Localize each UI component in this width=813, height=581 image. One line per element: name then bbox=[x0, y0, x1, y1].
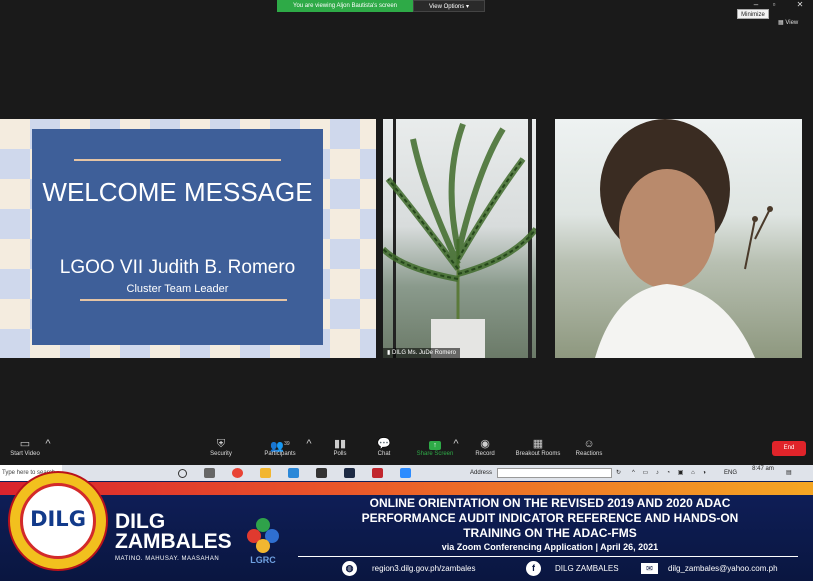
shield-icon: ⛨ bbox=[216, 438, 226, 450]
address-input[interactable] bbox=[497, 468, 612, 478]
meeting-toolbar: ▭ Start Video ^ ⛨ Security 👥39 Participants… bbox=[0, 435, 813, 465]
breakout-rooms-label: Breakout Rooms bbox=[515, 451, 561, 457]
brand-motto: MATINO. MAHUSAY. MAASAHAN bbox=[115, 556, 220, 562]
signal-icon: ▮ bbox=[387, 350, 391, 356]
security-label: Security bbox=[210, 451, 232, 457]
chevron-down-icon: ▾ bbox=[465, 4, 469, 10]
security-button[interactable]: ⛨ Security bbox=[204, 435, 238, 465]
record-icon: ◉ bbox=[480, 438, 490, 450]
participants-label: Participants bbox=[264, 451, 296, 457]
participants-icon: 👥39 bbox=[270, 440, 290, 453]
event-title-line-3: TRAINING ON THE ADAC-FMS bbox=[463, 526, 637, 540]
minimize-tooltip: Minimize bbox=[737, 9, 769, 19]
system-clock[interactable]: 8:47 am bbox=[748, 465, 778, 473]
website-text: region3.dilg.gov.ph/zambales bbox=[372, 564, 476, 573]
caret-up-icon: ^ bbox=[306, 438, 312, 450]
participants-count: 39 bbox=[284, 441, 290, 447]
reactions-label: Reactions bbox=[575, 451, 603, 457]
notification-icon[interactable]: ▤ bbox=[786, 465, 792, 481]
participant-name: DILG Ms. JuDe Romero bbox=[391, 350, 457, 356]
reactions-button[interactable]: ☺ Reactions bbox=[572, 435, 606, 465]
caret-up-icon: ^ bbox=[45, 438, 51, 450]
chrome-icon[interactable] bbox=[232, 468, 243, 478]
close-window-icon[interactable]: ✕ bbox=[792, 0, 808, 10]
video-off-icon: ▭ bbox=[19, 438, 31, 450]
refresh-icon[interactable]: ↻ bbox=[616, 465, 621, 481]
view-button-label: View bbox=[785, 20, 799, 26]
polls-label: Polls bbox=[333, 451, 347, 457]
speaker-video[interactable] bbox=[555, 119, 802, 358]
participant-video-background[interactable]: ▮ DILG Ms. JuDe Romero bbox=[383, 119, 536, 358]
screen-share-banner: You are viewing Aljon Bautista's screen bbox=[277, 0, 413, 12]
brand-line-2: ZAMBALES bbox=[115, 530, 232, 553]
facebook-text: DILG ZAMBALES bbox=[555, 564, 619, 573]
participants-button[interactable]: 👥39 Participants bbox=[258, 435, 302, 465]
chat-label: Chat bbox=[377, 451, 391, 457]
view-button[interactable]: ▦ View bbox=[778, 17, 808, 29]
email-icon: ✉ bbox=[641, 563, 658, 574]
task-view-icon[interactable] bbox=[204, 468, 215, 478]
plant-image bbox=[383, 119, 536, 358]
shared-screen-slide: WELCOME MESSAGE LGOO VII Judith B. Romer… bbox=[0, 119, 376, 358]
share-screen-label: Share Screen bbox=[416, 451, 454, 457]
globe-icon: ◍ bbox=[342, 561, 357, 576]
event-title-line-2: PERFORMANCE AUDIT INDICATOR REFERENCE AN… bbox=[361, 511, 739, 525]
bar-chart-icon: ▮▮ bbox=[333, 438, 347, 450]
emoji-plus-icon: ☺ bbox=[583, 438, 595, 450]
view-options-button[interactable]: View Options ▾ bbox=[413, 0, 485, 12]
record-button[interactable]: ◉ Record bbox=[470, 435, 500, 465]
event-title-line-1: ONLINE ORIENTATION ON THE REVISED 2019 A… bbox=[369, 496, 731, 510]
breakout-rooms-button[interactable]: ▦ Breakout Rooms bbox=[510, 435, 566, 465]
slide-speaker-role: Cluster Team Leader bbox=[126, 283, 229, 295]
banner-color-stripe bbox=[0, 482, 813, 495]
start-video-button[interactable]: ▭ Start Video bbox=[5, 435, 45, 465]
banner-divider bbox=[298, 556, 798, 557]
slide-top-rule bbox=[74, 159, 281, 161]
breakout-rooms-icon: ▦ bbox=[532, 438, 544, 450]
view-options-label: View Options bbox=[429, 4, 465, 10]
chat-button[interactable]: 💬 Chat bbox=[370, 435, 398, 465]
slide-title: WELCOME MESSAGE bbox=[42, 177, 313, 207]
store-icon[interactable] bbox=[288, 468, 299, 478]
app-icon[interactable] bbox=[316, 468, 327, 478]
participant-name-label: ▮ DILG Ms. JuDe Romero bbox=[383, 348, 461, 358]
facebook-icon: f bbox=[526, 561, 541, 576]
cortana-icon[interactable] bbox=[178, 469, 187, 478]
slide-speaker-name: LGOO VII Judith B. Romero bbox=[59, 257, 296, 278]
participants-options-caret[interactable]: ^ bbox=[305, 435, 313, 465]
windows-taskbar: Type here to search Address ↻ ^ ▭ ♪ ◔ ▣ … bbox=[0, 465, 813, 481]
speaker-image bbox=[595, 119, 773, 358]
lgrc-logo-text: LGRC bbox=[250, 555, 276, 565]
caret-up-icon: ^ bbox=[453, 438, 459, 450]
file-explorer-icon[interactable] bbox=[260, 468, 271, 478]
address-label: Address bbox=[470, 470, 493, 476]
slide-bottom-rule bbox=[80, 299, 287, 301]
app-icon[interactable] bbox=[372, 468, 383, 478]
grid-view-icon: ▦ bbox=[778, 20, 784, 26]
record-label: Record bbox=[475, 451, 495, 457]
end-meeting-button[interactable]: End bbox=[772, 441, 806, 456]
dilg-seal-text: DILG bbox=[30, 507, 86, 531]
zoom-app-icon[interactable] bbox=[400, 468, 411, 478]
event-subtitle: via Zoom Conferencing Application | Apri… bbox=[441, 542, 659, 552]
app-icon[interactable] bbox=[344, 468, 355, 478]
lgrc-logo: LGRC bbox=[247, 518, 279, 565]
start-video-label: Start Video bbox=[10, 451, 40, 457]
polls-button[interactable]: ▮▮ Polls bbox=[326, 435, 354, 465]
system-tray-icons[interactable]: ^ ▭ ♪ ◔ ▣ ⌂ ◑ bbox=[632, 465, 709, 481]
video-options-caret[interactable]: ^ bbox=[44, 435, 52, 465]
email-text: dilg_zambales@yahoo.com.ph bbox=[668, 564, 778, 573]
language-indicator[interactable]: ENG bbox=[724, 465, 737, 481]
slide-panel: WELCOME MESSAGE LGOO VII Judith B. Romer… bbox=[32, 129, 323, 345]
share-options-caret[interactable]: ^ bbox=[452, 435, 460, 465]
chat-bubble-icon: 💬 bbox=[377, 438, 391, 450]
